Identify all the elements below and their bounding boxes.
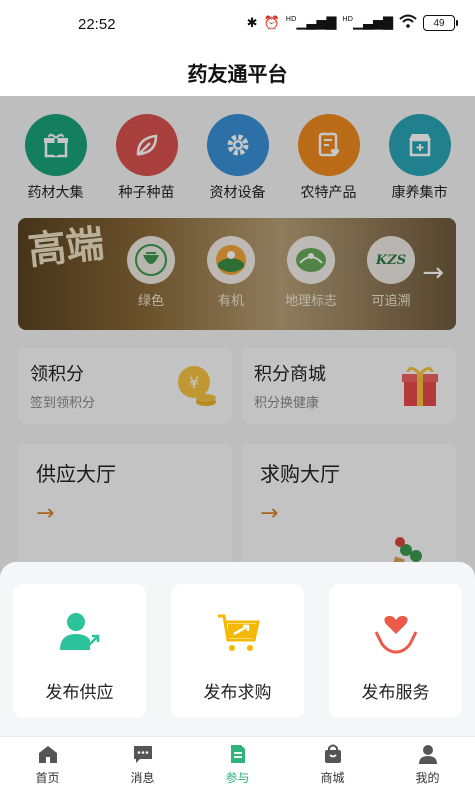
wifi-icon [399, 14, 417, 32]
status-icons: ✱ ⏰ HD▁▃▅▇ HD▁▃▅▇ 49 [246, 14, 458, 32]
shopping-bag-icon [324, 744, 341, 763]
tab-messages[interactable]: 消息 [103, 737, 183, 795]
alarm-icon: ⏰ [263, 15, 280, 31]
tab-mall[interactable]: 商城 [293, 737, 373, 795]
app-header: 药友通平台 [0, 48, 475, 96]
tab-label: 消息 [130, 771, 155, 785]
status-time: 22:52 [78, 16, 116, 33]
hands-heart-icon [374, 615, 417, 654]
tab-participate[interactable]: 参与 [198, 737, 278, 795]
action-label: 发布供应 [45, 683, 114, 703]
page-title: 药友通平台 [187, 61, 288, 86]
tab-home[interactable]: 首页 [8, 737, 88, 795]
signal-icon: HD▁▃▅▇ [285, 15, 337, 31]
tab-label: 商城 [320, 771, 345, 785]
tab-label: 参与 [225, 771, 250, 785]
home-icon [38, 746, 57, 763]
status-bar: 22:52 ✱ ⏰ HD▁▃▅▇ HD▁▃▅▇ 49 [0, 0, 475, 48]
publish-sheet: 发布供应 发布求购 发布服务 [0, 562, 475, 736]
tab-profile[interactable]: 我的 [388, 737, 468, 795]
publish-demand-button[interactable]: 发布求购 [171, 584, 304, 718]
document-icon [230, 745, 245, 763]
battery-icon: 49 [423, 15, 458, 31]
bluetooth-icon: ✱ [246, 15, 258, 31]
bottom-tab-bar: 首页 消息 参与 商城 我的 [0, 736, 475, 795]
person-upload-icon [59, 613, 99, 650]
message-icon [133, 746, 152, 763]
publish-service-button[interactable]: 发布服务 [329, 584, 462, 718]
action-label: 发布服务 [361, 683, 430, 703]
shopping-cart-icon [217, 614, 260, 651]
action-label: 发布求购 [203, 683, 272, 703]
publish-actions: 发布供应 发布求购 发布服务 [13, 584, 462, 718]
tab-label: 首页 [35, 771, 60, 785]
tab-label: 我的 [415, 771, 440, 785]
publish-supply-button[interactable]: 发布供应 [13, 584, 146, 718]
signal-icon: HD▁▃▅▇ [342, 15, 393, 31]
person-icon [418, 745, 437, 764]
